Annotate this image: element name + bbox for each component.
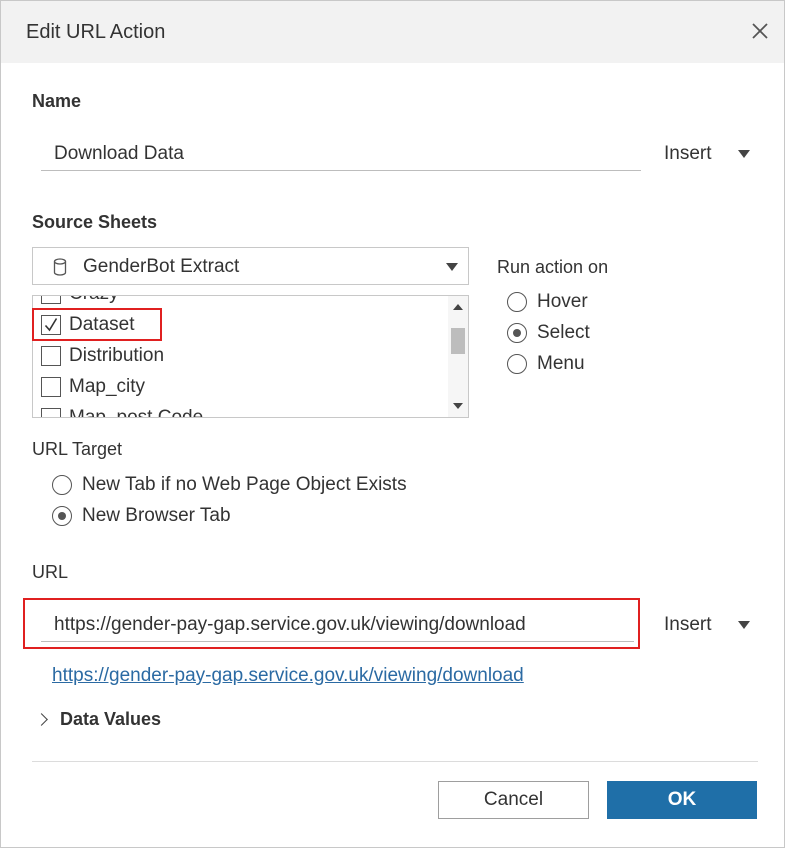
source-sheets-label: Source Sheets: [32, 212, 158, 232]
chevron-down-icon: [737, 621, 750, 629]
radio-label: Hover: [537, 291, 588, 312]
run-action-label: Run action on: [497, 257, 609, 277]
footer-divider: [32, 761, 758, 762]
run-action-hover[interactable]: Hover: [507, 291, 588, 313]
sheet-item-label: Map_city: [69, 376, 146, 397]
source-sheets-list: Crazy Dataset Distribution Map_city Map_…: [32, 295, 469, 418]
chevron-right-icon: [35, 713, 48, 726]
database-icon: [53, 258, 67, 276]
radio-label: Menu: [537, 353, 585, 374]
cancel-button[interactable]: Cancel: [438, 781, 589, 819]
dialog-title: Edit URL Action: [26, 21, 166, 43]
checkmark-icon: [44, 318, 58, 332]
checkbox[interactable]: [41, 377, 61, 397]
radio-button[interactable]: [507, 354, 527, 374]
close-icon[interactable]: [750, 21, 770, 41]
chevron-down-icon: [446, 263, 458, 271]
data-values-label: Data Values: [60, 709, 162, 729]
sheet-item-crazy[interactable]: Crazy: [41, 296, 119, 306]
data-values-toggle[interactable]: Data Values: [35, 709, 162, 730]
checkbox[interactable]: [41, 408, 61, 417]
sheet-item-label: Map_post Code: [69, 407, 204, 418]
scroll-down-icon[interactable]: [453, 403, 463, 409]
checkbox[interactable]: [41, 296, 61, 304]
sheet-item-label: Crazy: [69, 296, 119, 305]
name-input[interactable]: Download Data: [41, 137, 641, 171]
sheet-item-map-post-code[interactable]: Map_post Code: [41, 406, 204, 418]
name-insert-label: Insert: [664, 143, 712, 164]
name-label: Name: [32, 91, 82, 111]
url-insert-button[interactable]: Insert: [664, 614, 750, 636]
name-insert-button[interactable]: Insert: [664, 143, 750, 165]
radio-button-selected[interactable]: [52, 506, 72, 526]
edit-url-action-dialog: Edit URL Action Name Download Data Inser…: [0, 0, 785, 848]
url-target-label: URL Target: [32, 439, 123, 459]
data-source-dropdown[interactable]: GenderBot Extract: [32, 247, 469, 285]
ok-button[interactable]: OK: [607, 781, 757, 819]
scroll-thumb[interactable]: [451, 328, 465, 354]
radio-button-selected[interactable]: [507, 323, 527, 343]
url-input[interactable]: https://gender-pay-gap.service.gov.uk/vi…: [41, 608, 634, 642]
chevron-down-icon: [737, 150, 750, 158]
url-insert-label: Insert: [664, 614, 712, 635]
sheet-item-label: Dataset: [69, 314, 135, 335]
sheet-item-label: Distribution: [69, 345, 165, 366]
radio-label: Select: [537, 322, 590, 343]
sheet-list-scrollbar[interactable]: [448, 296, 468, 417]
url-label: URL: [32, 562, 69, 582]
url-target-new-browser-tab[interactable]: New Browser Tab: [52, 505, 231, 527]
run-action-menu[interactable]: Menu: [507, 353, 585, 375]
radio-button[interactable]: [52, 475, 72, 495]
checkbox[interactable]: [41, 346, 61, 366]
sheet-item-distribution[interactable]: Distribution: [41, 344, 164, 368]
checkbox-checked[interactable]: [41, 315, 61, 335]
scroll-up-icon[interactable]: [453, 304, 463, 310]
url-preview-link[interactable]: https://gender-pay-gap.service.gov.uk/vi…: [52, 665, 524, 687]
data-source-value: GenderBot Extract: [83, 256, 240, 277]
dialog-titlebar: Edit URL Action: [1, 1, 784, 63]
sheet-item-dataset[interactable]: Dataset: [41, 313, 134, 337]
url-target-new-tab-if-no-object[interactable]: New Tab if no Web Page Object Exists: [52, 474, 407, 496]
run-action-select[interactable]: Select: [507, 322, 590, 344]
radio-button[interactable]: [507, 292, 527, 312]
radio-label: New Tab if no Web Page Object Exists: [82, 474, 407, 495]
radio-label: New Browser Tab: [82, 505, 231, 526]
sheet-item-map-city[interactable]: Map_city: [41, 375, 145, 399]
